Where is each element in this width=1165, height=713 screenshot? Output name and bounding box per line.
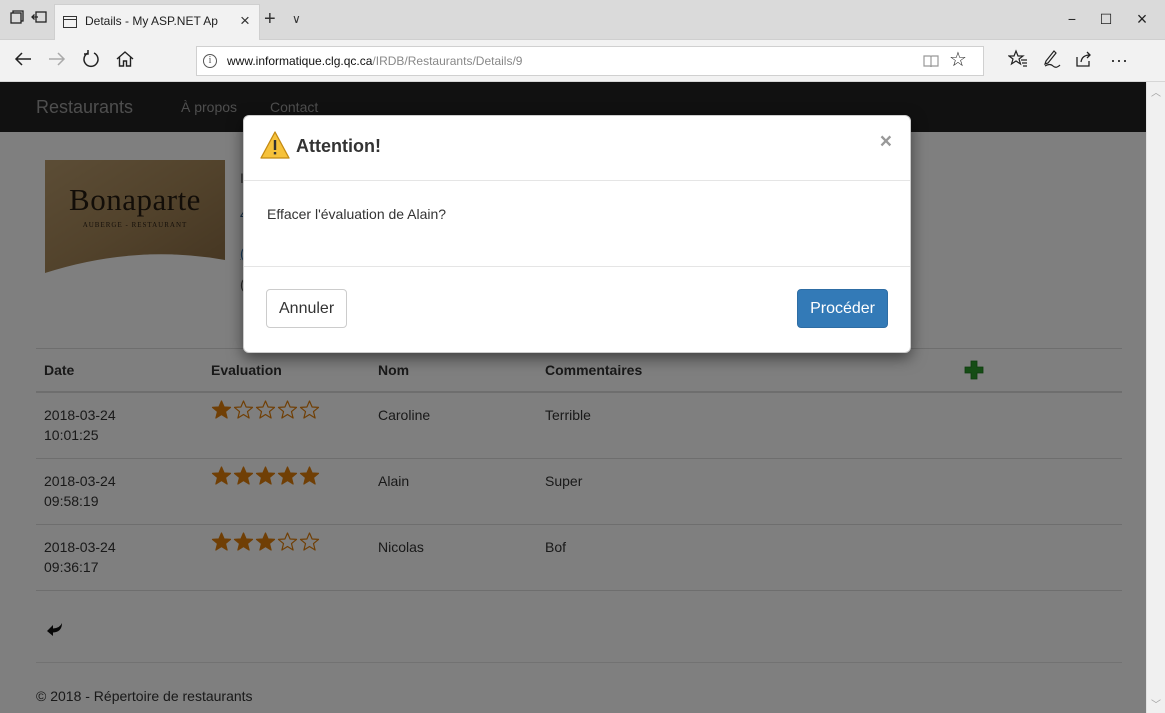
modal-header: Attention! × (244, 116, 910, 181)
browser-tab-bar: Details - My ASP.NET Ap × + ∨ − ☐ × (0, 0, 1165, 40)
tab-close-icon[interactable]: × (237, 11, 253, 31)
url-field[interactable]: i www.informatique.clg.qc.ca/IRDB/Restau… (196, 46, 984, 76)
web-note-pen-icon[interactable] (1040, 49, 1064, 74)
scroll-up-arrow-icon[interactable]: ︿ (1150, 84, 1162, 99)
reading-view-icon[interactable] (923, 53, 939, 69)
modal-message: Effacer l'évaluation de Alain? (267, 206, 447, 222)
back-arrow-icon[interactable] (12, 49, 34, 71)
page-viewport: Restaurants À propos Contact Bonaparte A… (0, 82, 1146, 713)
browser-address-bar: i www.informatique.clg.qc.ca/IRDB/Restau… (0, 40, 1165, 82)
forward-arrow-icon[interactable] (46, 49, 68, 71)
warning-triangle-icon (260, 130, 290, 160)
new-tab-icon[interactable]: + (264, 9, 276, 29)
proceed-button[interactable]: Procéder (797, 289, 888, 328)
share-icon[interactable] (1072, 49, 1096, 74)
url-text: www.informatique.clg.qc.ca/IRDB/Restaura… (227, 54, 523, 68)
site-info-icon[interactable]: i (203, 54, 217, 68)
modal-title: Attention! (296, 136, 381, 156)
set-tabs-aside-icon[interactable] (30, 10, 48, 28)
modal-body: Effacer l'évaluation de Alain? (244, 181, 910, 267)
tab-preview-chevron-icon[interactable]: ∨ (292, 9, 301, 29)
favorites-hub-icon[interactable] (1006, 49, 1030, 74)
browser-tab[interactable]: Details - My ASP.NET Ap × (54, 4, 260, 40)
confirm-delete-modal: Attention! × Effacer l'évaluation de Ala… (243, 115, 911, 353)
tab-title: Details - My ASP.NET Ap (85, 14, 218, 28)
window-close-icon[interactable]: × (1133, 10, 1151, 28)
more-actions-icon[interactable]: ··· (1107, 49, 1131, 71)
page-icon (63, 16, 77, 28)
cancel-button[interactable]: Annuler (266, 289, 348, 328)
minimize-icon[interactable]: − (1063, 10, 1081, 28)
refresh-icon[interactable] (80, 49, 102, 71)
page-scrollbar[interactable]: ︿ ﹀ (1146, 82, 1165, 713)
add-favorite-star-icon[interactable]: ☆ (949, 49, 967, 71)
modal-close-icon[interactable]: × (880, 130, 892, 154)
home-icon[interactable] (114, 49, 136, 71)
maximize-icon[interactable]: ☐ (1097, 10, 1115, 28)
scroll-down-arrow-icon[interactable]: ﹀ (1150, 696, 1162, 711)
tab-manager-icon[interactable] (8, 10, 26, 28)
